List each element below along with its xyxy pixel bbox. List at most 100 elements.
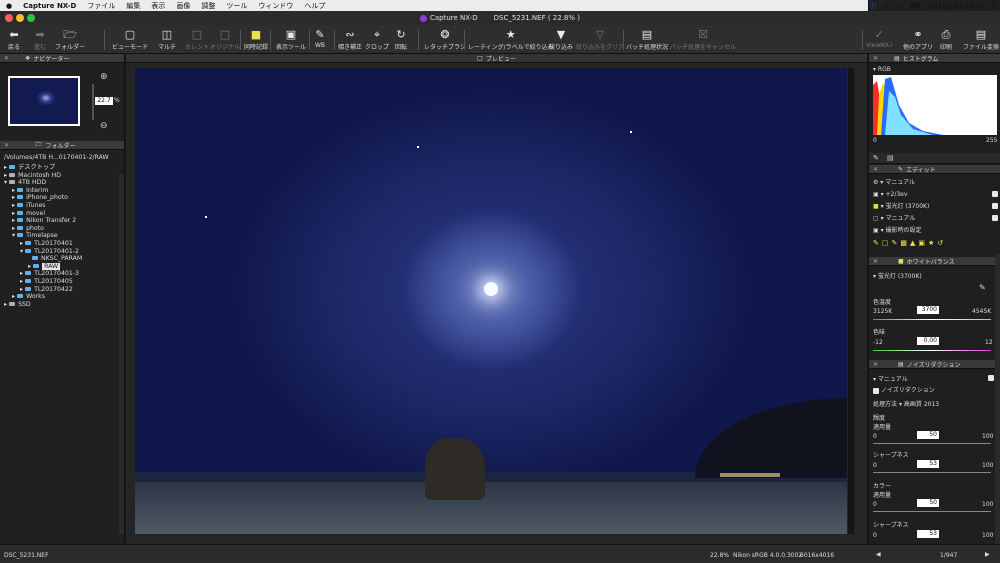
batch-status-button[interactable]: ▤ バッチ処理状況 <box>626 28 668 52</box>
wb-checkbox[interactable] <box>992 203 998 209</box>
edit-row-manual[interactable]: ▢ ▾ マニュアル <box>873 213 998 224</box>
menu-image[interactable]: 画像 <box>176 1 190 11</box>
tree-item-tl20170401[interactable]: ▸ TL20170401 <box>20 240 73 248</box>
viewnx-button[interactable]: ✓ ViewNX-i <box>866 28 892 52</box>
edit-row-picture-control[interactable]: ⚙ ▾ マニュアル <box>873 177 997 188</box>
edit-row-exposure[interactable]: ▣ ▾ +2/3ev <box>873 189 998 200</box>
noise-mode-checkbox[interactable] <box>988 375 994 381</box>
tree-item-interim[interactable]: ▸ Interim <box>12 187 48 195</box>
tree-item-tl20170401-3[interactable]: ▸ TL20170401-3 <box>20 270 79 278</box>
tree-item-works[interactable]: ▸ Works <box>12 293 45 301</box>
zoom-window-button[interactable] <box>27 14 35 22</box>
menu-view[interactable]: 表示 <box>151 1 165 11</box>
zoom-value[interactable]: 22.7 <box>95 97 113 105</box>
color-slider[interactable] <box>873 511 991 512</box>
folder-path[interactable]: /Volumes/4TB H...0170401-2/RAW <box>4 154 109 161</box>
tree-item-desktop[interactable]: ▸ デスクトップ <box>4 164 55 172</box>
preview-photo[interactable] <box>135 68 847 534</box>
tilt-button[interactable]: ∾ 傾き補正 <box>338 28 362 52</box>
wb-tint-slider[interactable] <box>873 350 991 351</box>
filter-button[interactable]: ▼ 絞り込み <box>549 28 573 52</box>
menu-help[interactable]: ヘルプ <box>304 1 325 11</box>
luminance-slider[interactable] <box>873 443 991 444</box>
navigator-thumbnail[interactable] <box>8 76 80 126</box>
tree-item-tl20170405[interactable]: ▸ TL20170405 <box>20 278 73 286</box>
display-tool-button[interactable]: ▣ 表示ツール <box>276 28 306 52</box>
wifi-icon[interactable]: ≈ <box>883 2 889 10</box>
menu-datetime[interactable]: 5月1日(月) 22:51 <box>927 1 985 11</box>
tree-item-tl20170401-2[interactable]: ▾ TL20170401-2 <box>20 248 79 256</box>
search-icon[interactable]: ⚲ <box>991 2 996 10</box>
print-button[interactable]: ⎙ 印刷 <box>940 28 952 52</box>
tree-item-macintosh-hd[interactable]: ▸ Macintosh HD <box>4 172 61 180</box>
rotate-button[interactable]: ↻ 回転 <box>395 28 407 52</box>
luminance-value[interactable]: 50 <box>917 431 939 439</box>
tree-item-iphone-photo[interactable]: ▸ iPhone_photo <box>12 194 68 202</box>
zoom-slider-track[interactable] <box>92 84 94 120</box>
folder-scrollbar[interactable] <box>119 174 124 534</box>
batch-cancel-button[interactable]: ☒ バッチ処理をキャンセル <box>670 28 736 52</box>
close-icon[interactable]: ✕ <box>873 258 878 265</box>
close-icon[interactable]: ✕ <box>873 361 878 368</box>
original-button[interactable]: □ オリジナル <box>210 28 240 52</box>
zoom-out-icon[interactable]: ⊖ <box>100 121 108 131</box>
current-button[interactable]: □ カレント <box>185 28 209 52</box>
wb-button[interactable]: ✎ WB <box>315 28 325 52</box>
menu-edit[interactable]: 編集 <box>126 1 140 11</box>
menu-app-name[interactable]: Capture NX-D <box>23 2 76 10</box>
tree-item-itunes[interactable]: ▸ iTunes <box>12 202 46 210</box>
close-icon[interactable]: ✕ <box>4 55 9 62</box>
menu-tools[interactable]: ツール <box>226 1 247 11</box>
prev-image-icon[interactable]: ◀ <box>876 551 881 558</box>
edit-row-shooting-settings[interactable]: ▣ ▾ 撮影時の設定 <box>873 225 997 236</box>
edit-tab-icon[interactable]: ✎ <box>873 154 879 162</box>
tree-item-movel[interactable]: ▸ movel <box>12 210 45 218</box>
apple-icon[interactable]: ● <box>6 2 12 10</box>
palette-scrollbar[interactable] <box>995 254 1000 544</box>
rating-filter-button[interactable]: ★ レーティング/ラベルで絞り込み <box>468 28 554 52</box>
close-icon[interactable]: ✕ <box>4 142 9 149</box>
manual-checkbox[interactable] <box>992 215 998 221</box>
close-window-button[interactable] <box>5 14 13 22</box>
input-icon[interactable]: ⌨ <box>910 2 920 10</box>
menu-window[interactable]: ウィンドウ <box>258 1 293 11</box>
other-app-button[interactable]: ⚭ 他のアプリ <box>903 28 933 52</box>
tree-item-tl20170422[interactable]: ▸ TL20170422 <box>20 286 73 294</box>
wb-preset-select[interactable]: ▾ 蛍光灯 (3700K) <box>873 271 922 280</box>
tree-item-raw[interactable]: ▸ RAW <box>28 262 61 271</box>
sync-record-button[interactable]: ■ 同時記録 <box>244 28 268 52</box>
wb-temp-slider[interactable] <box>873 319 991 320</box>
convert-button[interactable]: ▤ ファイル変換 <box>963 28 999 52</box>
view-mode-button[interactable]: ▢ ビューモード <box>112 28 148 52</box>
battery-icon[interactable]: ▭ <box>896 2 903 10</box>
sharpness1-value[interactable]: 53 <box>917 460 939 468</box>
wb-tint-value[interactable]: 0.00 <box>917 337 939 345</box>
tree-item-photo[interactable]: ▸ photo <box>12 225 44 233</box>
menu-adjust[interactable]: 調整 <box>201 1 215 11</box>
info-tab-icon[interactable]: ▤ <box>887 154 894 162</box>
wb-temp-value[interactable]: 3700 <box>917 306 939 314</box>
forward-button[interactable]: ➡ 進む <box>34 28 46 52</box>
edit-tool-icons[interactable]: ✎▢✎▩▲▣★↺ <box>873 239 997 249</box>
preview-scrollbar[interactable] <box>848 68 854 534</box>
tree-item-ssd[interactable]: ▸ SSD <box>4 301 31 309</box>
edit-row-white-balance[interactable]: ■ ▾ 蛍光灯 (3700K) <box>873 201 998 212</box>
crop-button[interactable]: ⌖ クロップ <box>365 28 389 52</box>
tree-item-4tb-hdd[interactable]: ▾ 4TB HDD <box>4 179 46 187</box>
close-icon[interactable]: ✕ <box>873 166 878 173</box>
tree-item-timelapse[interactable]: ▾ Timelapse <box>12 232 58 240</box>
next-image-icon[interactable]: ▶ <box>985 551 990 558</box>
back-button[interactable]: ⬅ 戻る <box>8 28 20 52</box>
noise-method-select[interactable]: ▾ 高画質 2013 <box>899 399 939 408</box>
multi-button[interactable]: ◫ マルチ <box>158 28 176 52</box>
menu-file[interactable]: ファイル <box>87 1 115 11</box>
noise-checkbox[interactable]: ノイズリダクション <box>873 385 935 394</box>
exposure-checkbox[interactable] <box>992 191 998 197</box>
tree-item-nksc-param[interactable]: NKSC_PARAM <box>32 255 82 263</box>
sharpness1-slider[interactable] <box>873 472 991 473</box>
minimize-window-button[interactable] <box>16 14 24 22</box>
close-icon[interactable]: ✕ <box>873 55 878 62</box>
sharpness2-value[interactable]: 53 <box>917 530 939 538</box>
histogram-channel[interactable]: ▾ RGB <box>873 66 891 73</box>
info-icon[interactable]: ⓘ <box>869 1 876 11</box>
